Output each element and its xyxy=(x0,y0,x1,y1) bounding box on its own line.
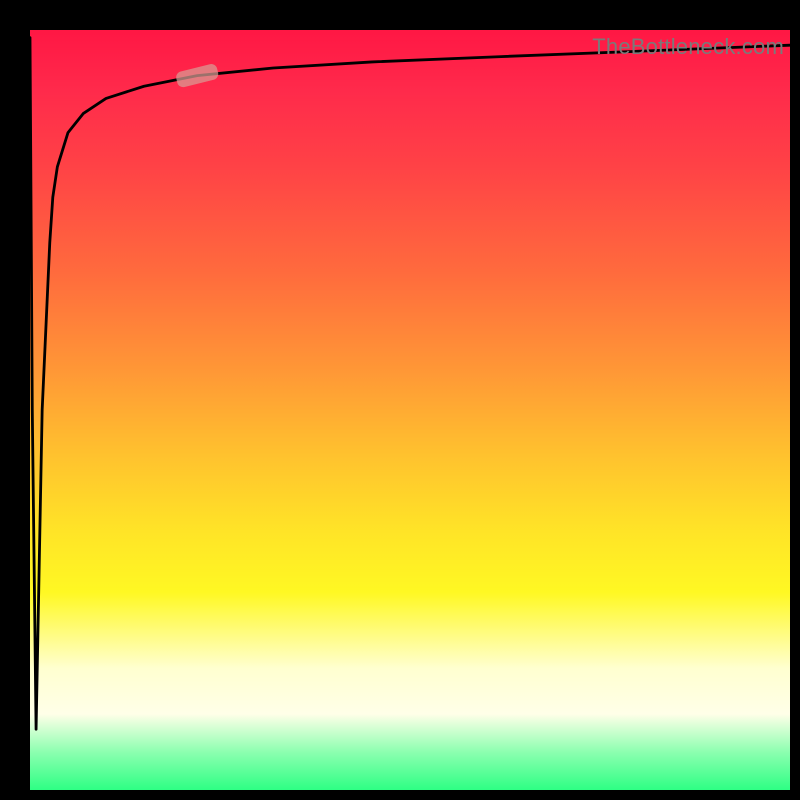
curve-line xyxy=(30,38,790,730)
plot-area: TheBottleneck.com xyxy=(30,30,790,790)
chart-frame: TheBottleneck.com xyxy=(0,0,800,800)
watermark-text: TheBottleneck.com xyxy=(592,34,784,60)
highlight-marker xyxy=(175,63,220,89)
curve-layer xyxy=(30,30,790,790)
highlight-marker-rect xyxy=(175,63,220,89)
